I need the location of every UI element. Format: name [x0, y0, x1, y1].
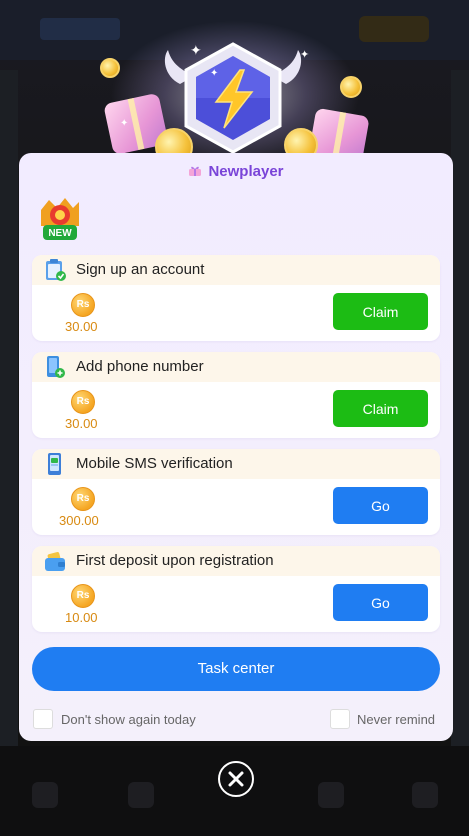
modal-title-text: Newplayer: [208, 163, 284, 180]
modal-title: Newplayer: [19, 163, 453, 180]
task-reward-amount: 300.00: [59, 513, 99, 528]
background-panel-left: [0, 70, 18, 750]
coin-icon: Rs: [71, 487, 95, 511]
dont-show-checkbox[interactable]: [33, 709, 53, 729]
coin-icon: Rs: [71, 584, 95, 608]
new-badge-icon: NEW: [35, 196, 87, 244]
never-remind-label: Never remind: [357, 712, 436, 727]
coin-icon: [100, 58, 120, 78]
background-nav-icon: [412, 782, 438, 808]
gift-icon: [189, 166, 202, 176]
task-title: Sign up an account: [76, 261, 205, 278]
coin-icon: [340, 76, 362, 98]
task-card-add-phone: Add phone number Rs 30.00 Claim: [32, 352, 440, 438]
coin-icon: Rs: [71, 293, 95, 317]
task-title: Add phone number: [76, 358, 204, 375]
task-title: First deposit upon registration: [76, 552, 274, 569]
background-panel-right: [451, 70, 469, 750]
background-button: [359, 16, 429, 42]
background-logo: [40, 18, 120, 40]
svg-text:✦: ✦: [210, 68, 218, 79]
dont-show-label: Don't show again today: [61, 712, 196, 727]
coin-icon: Rs: [71, 390, 95, 414]
background-nav-icon: [318, 782, 344, 808]
phone-add-icon: [47, 356, 65, 378]
task-card-sign-up: Sign up an account Rs 30.00 Claim: [32, 255, 440, 341]
task-reward-amount: 10.00: [65, 610, 98, 625]
go-button[interactable]: Go: [333, 584, 428, 621]
newplayer-modal: Newplayer NEW Sign up an account Rs 30.0…: [19, 153, 453, 741]
phone-verify-icon: [48, 453, 61, 475]
wallet-icon: [45, 552, 65, 571]
task-card-sms-verification: Mobile SMS verification Rs 300.00 Go: [32, 449, 440, 535]
clipboard-check-icon: [46, 259, 66, 281]
claim-button[interactable]: Claim: [333, 293, 428, 330]
background-nav-icon: [32, 782, 58, 808]
go-button[interactable]: Go: [333, 487, 428, 524]
task-title: Mobile SMS verification: [76, 455, 233, 472]
new-badge-text: NEW: [48, 228, 72, 239]
sparkle-icon: ✦: [120, 118, 129, 129]
never-remind-checkbox[interactable]: [330, 709, 350, 729]
claim-button[interactable]: Claim: [333, 390, 428, 427]
task-reward-amount: 30.00: [65, 416, 98, 431]
task-center-button[interactable]: Task center: [32, 647, 440, 691]
task-reward-amount: 30.00: [65, 319, 98, 334]
close-icon: [228, 771, 244, 787]
background-nav-icon: [128, 782, 154, 808]
close-button[interactable]: [218, 761, 254, 797]
task-card-first-deposit: First deposit upon registration Rs 10.00…: [32, 546, 440, 632]
